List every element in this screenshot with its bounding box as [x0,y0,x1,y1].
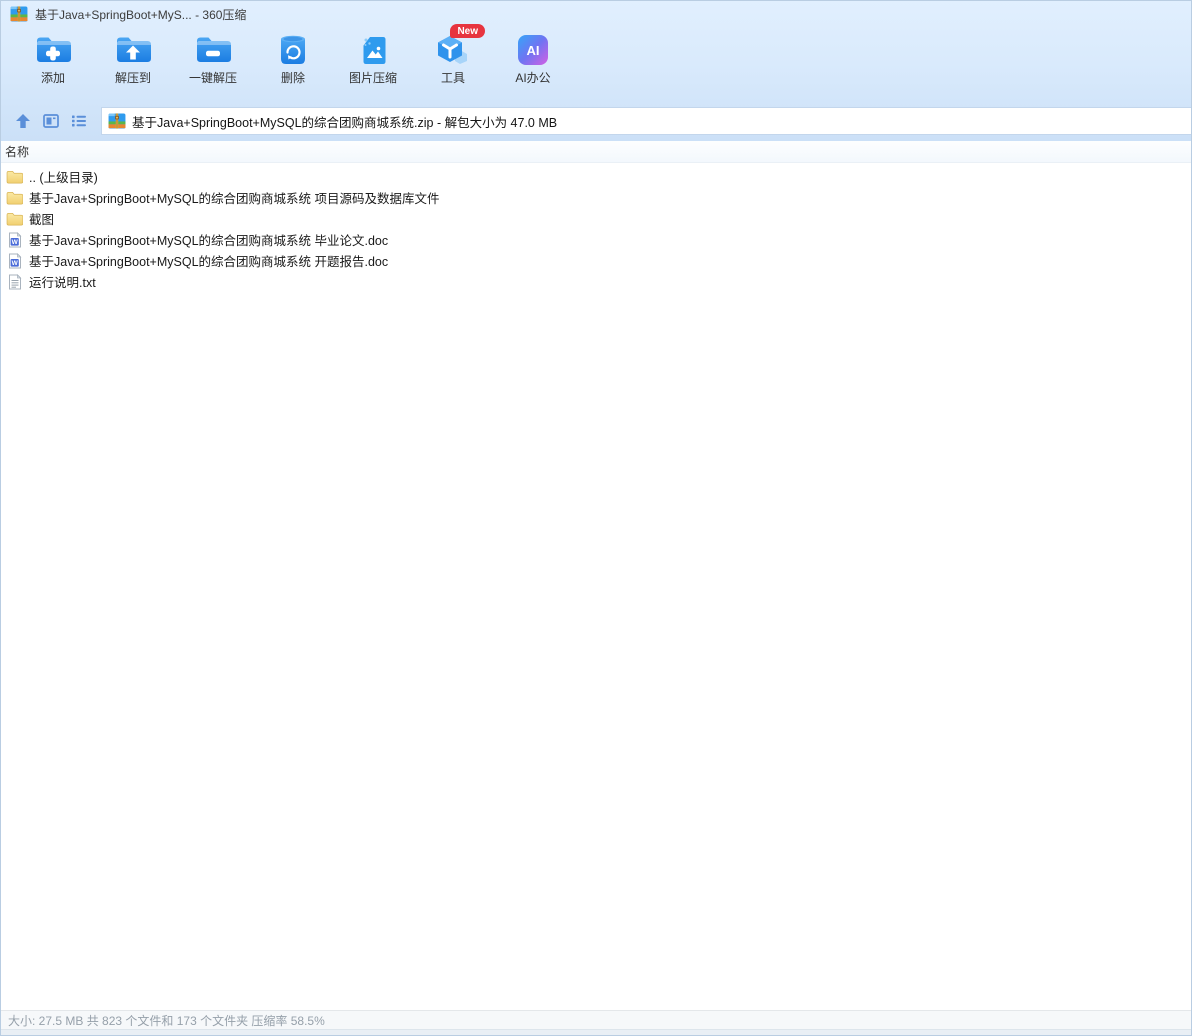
list-view-button[interactable] [67,109,91,133]
image-compress-button[interactable]: 图片压缩 [333,27,413,97]
up-directory-button[interactable] [11,109,35,133]
word-doc-icon: W [6,231,23,248]
address-text: 基于Java+SpringBoot+MySQL的综合团购商城系统.zip - 解… [132,115,558,130]
address-field[interactable]: 基于Java+SpringBoot+MySQL的综合团购商城系统.zip - 解… [101,107,1191,135]
title-bar[interactable]: 基于Java+SpringBoot+MyS... - 360压缩 [1,1,1191,27]
file-name: 截图 [29,213,55,227]
folder-up-arrow-icon [114,33,152,67]
extract-to-button[interactable]: 解压到 [93,27,173,97]
word-doc-icon: W [6,252,23,269]
folder-plus-icon [34,33,72,67]
folder-icon [6,168,23,185]
file-row-thesis-doc[interactable]: W 基于Java+SpringBoot+MySQL的综合团购商城系统 毕业论文.… [1,229,1191,250]
file-row-parent-directory[interactable]: .. (上级目录) [1,166,1191,187]
svg-text:W: W [11,238,18,245]
view-mode-button[interactable] [39,109,63,133]
status-bar: 大小: 27.5 MB 共 823 个文件和 173 个文件夹 压缩率 58.5… [1,1010,1191,1029]
file-name: 基于Java+SpringBoot+MySQL的综合团购商城系统 开题报告.do… [29,255,389,269]
status-text: 大小: 27.5 MB 共 823 个文件和 173 个文件夹 压缩率 58.5… [8,1013,325,1028]
tools-button[interactable]: New 工具 [413,24,493,97]
file-list: .. (上级目录) 基于Java+SpringBoot+MySQL的综合团购商城… [1,163,1191,1010]
file-name: 基于Java+SpringBoot+MySQL的综合团购商城系统 毕业论文.do… [29,234,389,248]
address-bar: 基于Java+SpringBoot+MySQL的综合团购商城系统.zip - 解… [1,101,1191,141]
ai-office-label: AI办公 [515,71,551,85]
window-chrome: 基于Java+SpringBoot+MyS... - 360压缩 添加 解压到 … [1,1,1191,141]
ai-office-button[interactable]: AI AI办公 [493,27,573,97]
delete-button[interactable]: 删除 [253,27,333,97]
new-badge: New [450,24,485,38]
column-header-name[interactable]: 名称 [5,143,29,160]
zip-file-icon [108,113,126,129]
one-click-extract-button[interactable]: 一键解压 [173,27,253,97]
file-row-source-folder[interactable]: 基于Java+SpringBoot+MySQL的综合团购商城系统 项目源码及数据… [1,187,1191,208]
folder-minus-icon [194,33,232,67]
toolbar: 添加 解压到 一键解压 删除 图片压缩 New 工具 AI AI办公 [1,24,1191,101]
file-name: 运行说明.txt [29,276,96,290]
delete-label: 删除 [280,71,305,85]
add-button[interactable]: 添加 [13,27,93,97]
image-compress-icon [354,33,392,67]
list-view-icon [72,115,86,127]
ai-chip-icon: AI [514,33,552,67]
file-name: .. (上级目录) [29,171,98,185]
up-arrow-icon [16,114,30,128]
trash-recycle-icon [274,33,312,67]
ai-chip-text: AI [518,35,548,65]
text-file-icon [6,273,23,290]
folder-icon [6,210,23,227]
image-compress-label: 图片压缩 [348,71,397,85]
tools-cube-icon [434,33,472,67]
file-row-screenshots-folder[interactable]: 截图 [1,208,1191,229]
file-name: 基于Java+SpringBoot+MySQL的综合团购商城系统 项目源码及数据… [29,192,440,206]
window-title: 基于Java+SpringBoot+MyS... - 360压缩 [35,7,247,22]
file-row-readme-txt[interactable]: 运行说明.txt [1,271,1191,292]
tools-label: 工具 [440,71,465,85]
window-bottom-edge [1,1029,1191,1035]
panel-view-icon [43,114,59,128]
archive-zip-icon [10,6,28,22]
list-header: 名称 [1,141,1191,163]
folder-icon [6,189,23,206]
file-row-proposal-doc[interactable]: W 基于Java+SpringBoot+MySQL的综合团购商城系统 开题报告.… [1,250,1191,271]
add-label: 添加 [40,71,65,85]
window: 基于Java+SpringBoot+MyS... - 360压缩 添加 解压到 … [0,0,1192,1036]
svg-text:W: W [11,259,18,266]
extract-to-label: 解压到 [114,71,151,85]
one-click-extract-label: 一键解压 [188,71,237,85]
